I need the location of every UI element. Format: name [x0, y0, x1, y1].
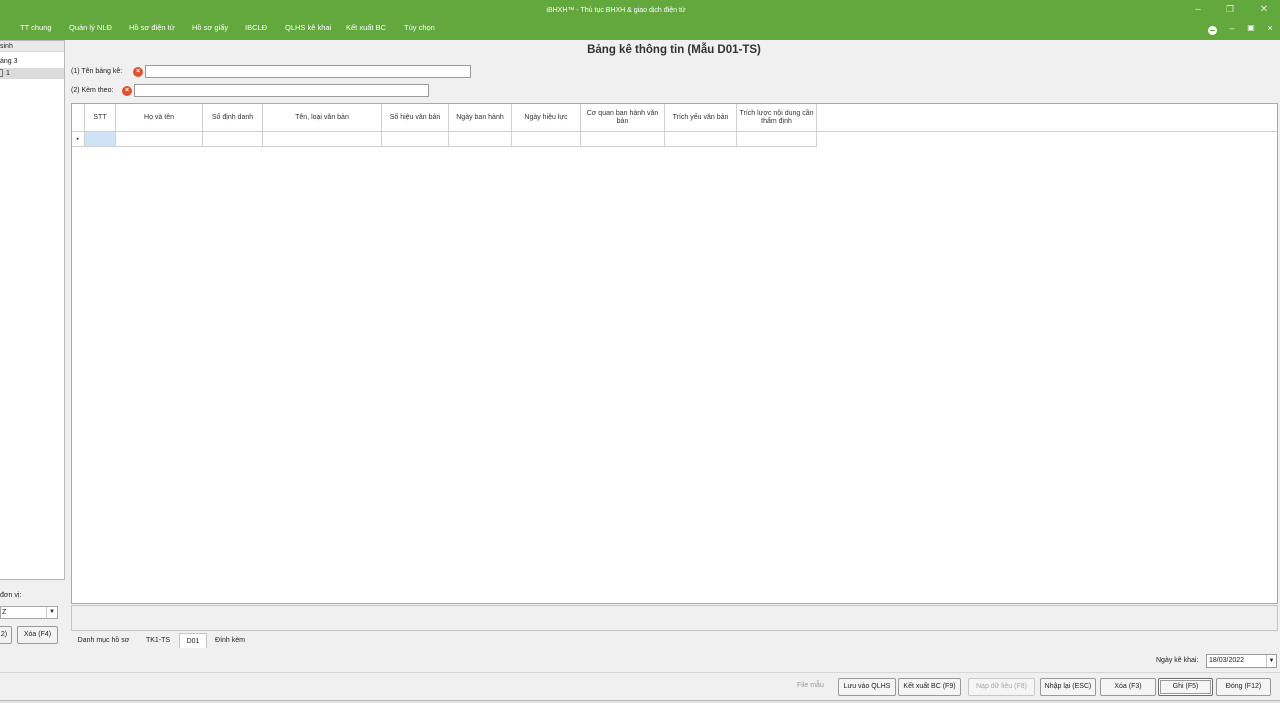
divider	[0, 672, 1280, 673]
unit-select[interactable]: Z ▼	[0, 606, 58, 619]
tab-danh-muc-ho-so[interactable]: Danh mục hồ sơ	[72, 633, 135, 648]
cell-so-dinh-danh[interactable]	[203, 132, 263, 147]
col-co-quan-ban-hanh[interactable]: Cơ quan ban hành văn bản	[581, 104, 665, 132]
menu-quan-ly-nld[interactable]: Quản lý NLĐ	[69, 23, 112, 32]
ket-xuat-bc-button[interactable]: Kết xuất BC (F9)	[898, 678, 961, 696]
menu-ket-xuat-bc[interactable]: Kết xuất BC	[346, 23, 386, 32]
grid-corner	[72, 104, 85, 132]
left-tree-panel: sinh áng 3 1	[0, 40, 65, 580]
tab-tk1-ts[interactable]: TK1-TS	[140, 633, 176, 648]
col-ten-loai-van-ban[interactable]: Tên, loại văn bản	[263, 104, 382, 132]
ten-bang-ke-label: (1) Tên bảng kê:	[71, 68, 123, 75]
menu-tuy-chon[interactable]: Tùy chọn	[404, 23, 435, 32]
tree-node-label: 1	[6, 70, 10, 77]
mdi-minus-icon[interactable]	[1208, 26, 1217, 35]
tree-node-root[interactable]: sinh	[0, 41, 64, 52]
cell-trich-luoc[interactable]	[737, 132, 817, 147]
window-title: iBHXH™ - Thủ tục BHXH & giao dịch điện t…	[546, 7, 686, 14]
cell-so-hieu-van-ban[interactable]	[382, 132, 449, 147]
tab-dinh-kem[interactable]: Đính kèm	[211, 633, 249, 648]
menu-tt-chung[interactable]: TT chung	[20, 23, 52, 32]
menu-qlhs-ke-khai[interactable]: QLHS kê khai	[285, 23, 331, 32]
col-ngay-hieu-luc[interactable]: Ngày hiệu lực	[512, 104, 581, 132]
col-stt[interactable]: STT	[85, 104, 116, 132]
left-delete-button[interactable]: Xóa (F4)	[17, 626, 58, 644]
xoa-button[interactable]: Xóa (F3)	[1100, 678, 1156, 696]
chevron-down-icon[interactable]: ▼	[46, 607, 57, 618]
tree-node-month[interactable]: áng 3	[0, 56, 18, 67]
grid-header: STT Họ và tên Số định danh Tên, loại văn…	[72, 104, 1277, 132]
error-icon: ×	[133, 67, 143, 77]
nap-du-lieu-button[interactable]: Nạp dữ liệu (F8)	[968, 678, 1035, 696]
cell-stt[interactable]	[85, 132, 116, 147]
minimize-icon[interactable]: –	[1190, 4, 1206, 15]
unit-label: đơn vị:	[0, 592, 22, 599]
cell-ngay-ban-hanh[interactable]	[449, 132, 512, 147]
lower-panel	[71, 605, 1278, 631]
kem-theo-label: (2) Kèm theo:	[71, 87, 114, 94]
col-so-dinh-danh[interactable]: Số định danh	[203, 104, 263, 132]
close-icon[interactable]: ✕	[1256, 4, 1272, 15]
col-trich-yeu[interactable]: Trích yếu văn bản	[665, 104, 737, 132]
ngay-ke-khai-label: Ngày kê khai:	[1156, 657, 1199, 664]
tree-node-selected[interactable]: 1	[0, 68, 64, 79]
chevron-down-icon[interactable]: ▼	[1266, 655, 1276, 667]
menu-ibcld[interactable]: IBCLĐ	[245, 23, 267, 32]
menu-ho-so-giay[interactable]: Hồ sơ giấy	[192, 23, 228, 32]
file-mau-link[interactable]: File mẫu	[797, 682, 824, 689]
kem-theo-input[interactable]	[134, 84, 429, 97]
error-icon: ×	[122, 86, 132, 96]
left-action-button[interactable]: 2)	[0, 626, 12, 644]
cell-co-quan-ban-hanh[interactable]	[581, 132, 665, 147]
restore-icon[interactable]: ❐	[1222, 4, 1238, 15]
mdi-minimize-icon[interactable]: –	[1226, 23, 1238, 33]
luu-vao-qlhs-button[interactable]: Lưu vào QLHS	[838, 678, 896, 696]
col-trich-luoc[interactable]: Trích lược nội dung cần thẩm định	[737, 104, 817, 132]
title-bar: iBHXH™ - Thủ tục BHXH & giao dịch điện t…	[0, 0, 1280, 40]
cell-ten-loai-van-ban[interactable]	[263, 132, 382, 147]
cell-trich-yeu[interactable]	[665, 132, 737, 147]
row-pointer-icon: ▸	[72, 132, 85, 147]
col-ho-va-ten[interactable]: Họ và tên	[116, 104, 203, 132]
col-so-hieu-van-ban[interactable]: Số hiệu văn bản	[382, 104, 449, 132]
form-title: Bảng kê thông tin (Mẫu D01-TS)	[587, 44, 761, 56]
col-ngay-ban-hanh[interactable]: Ngày ban hành	[449, 104, 512, 132]
ngay-ke-khai-field[interactable]: 18/03/2022 ▼	[1206, 654, 1277, 668]
unit-select-value: Z	[2, 609, 7, 616]
cell-ngay-hieu-luc[interactable]	[512, 132, 581, 147]
mdi-restore-icon[interactable]: ▣	[1245, 23, 1257, 32]
nhap-lai-button[interactable]: Nhập lại (ESC)	[1040, 678, 1096, 696]
menu-ho-so-dien-tu[interactable]: Hồ sơ điện tử	[129, 23, 175, 32]
tree-checkbox-icon[interactable]	[0, 69, 3, 78]
ghi-button[interactable]: Ghi (F5)	[1158, 678, 1213, 696]
ten-bang-ke-input[interactable]	[145, 65, 471, 78]
tab-d01[interactable]: D01	[179, 633, 207, 648]
dong-button[interactable]: Đóng (F12)	[1216, 678, 1271, 696]
mdi-close-icon[interactable]: ×	[1264, 23, 1276, 33]
data-grid[interactable]: STT Họ và tên Số định danh Tên, loại văn…	[71, 103, 1278, 604]
date-value: 18/03/2022	[1209, 657, 1245, 664]
cell-ho-va-ten[interactable]	[116, 132, 203, 147]
